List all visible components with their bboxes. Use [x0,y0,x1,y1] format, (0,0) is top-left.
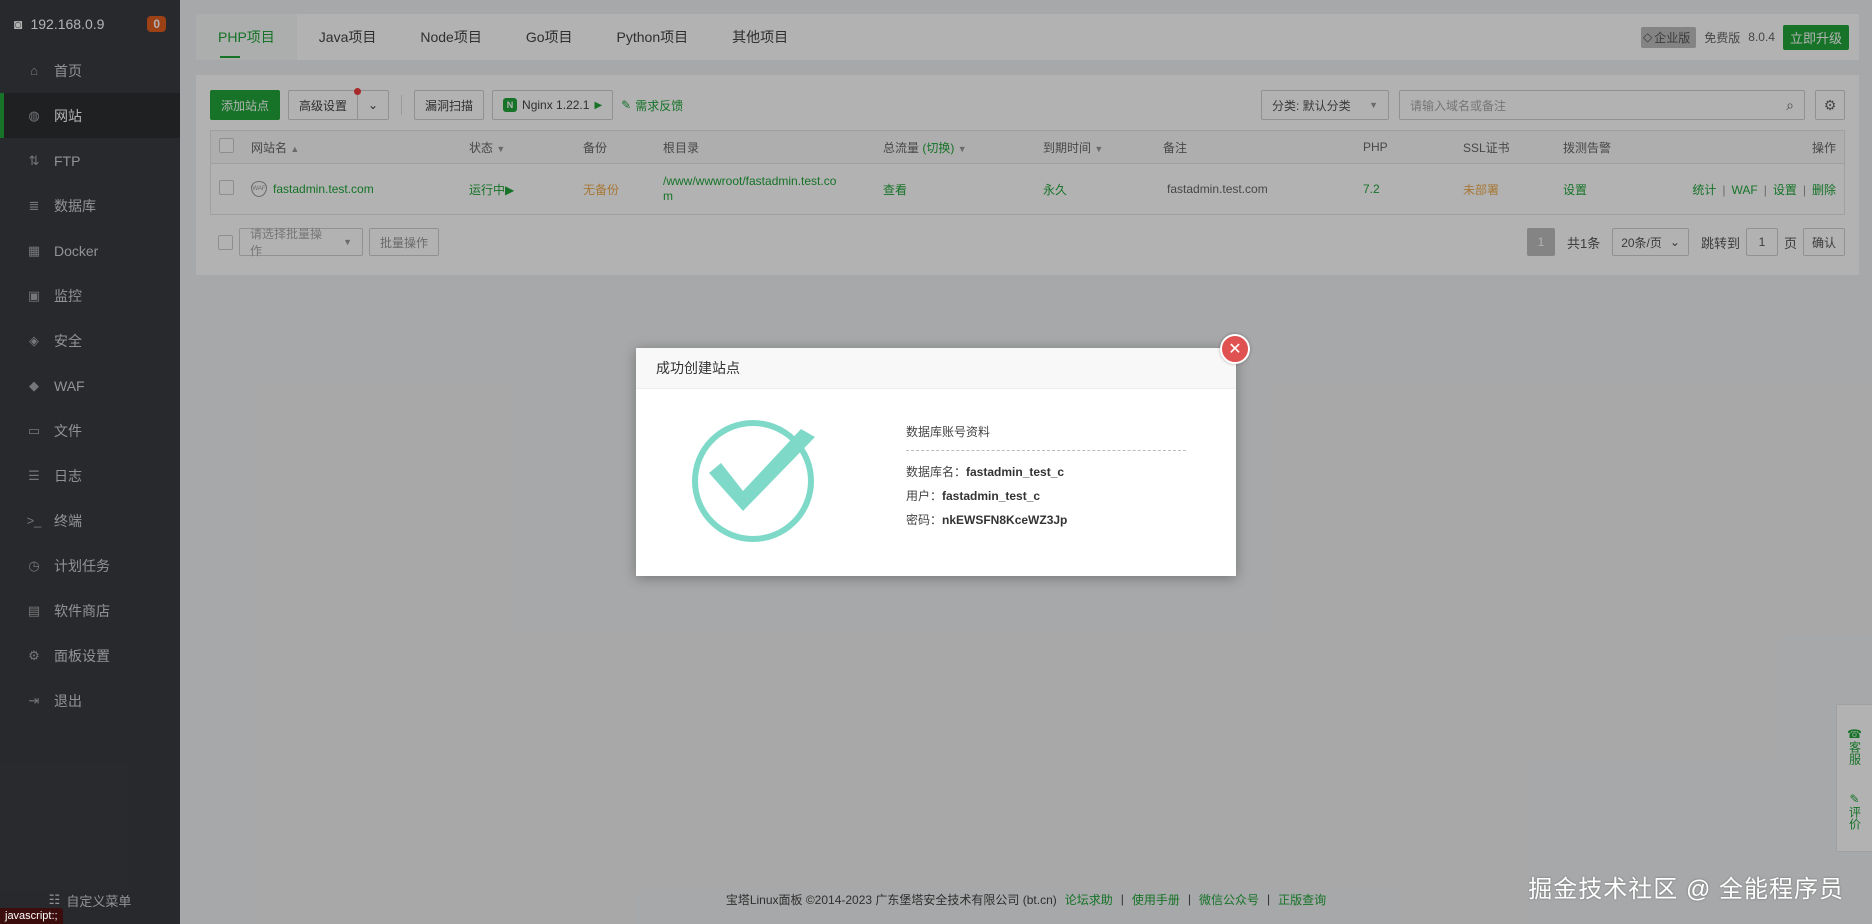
db-name-value: fastadmin_test_c [966,465,1065,479]
success-dialog: 成功创建站点 ✕ 数据库账号资料 数据库名：fastadmin_test_c 用… [636,334,1250,576]
db-password-label: 密码： [906,513,943,527]
db-password-row: 密码：nkEWSFN8KceWZ3Jp [906,511,1186,528]
dialog-body: 数据库账号资料 数据库名：fastadmin_test_c 用户：fastadm… [636,389,1236,576]
db-user-row: 用户：fastadmin_test_c [906,487,1186,504]
db-name-label: 数据库名： [906,465,967,479]
dialog-title: 成功创建站点 [636,348,1236,389]
success-check-icon [692,420,815,542]
db-info-title: 数据库账号资料 [906,423,1186,451]
browser-status-bar: javascript:; [0,908,63,924]
db-user-label: 用户： [906,489,943,503]
watermark: 掘金技术社区 @ 全能程序员 [1528,876,1844,903]
db-password-value: nkEWSFN8KceWZ3Jp [942,513,1068,527]
db-info: 数据库账号资料 数据库名：fastadmin_test_c 用户：fastadm… [906,423,1186,535]
db-user-value: fastadmin_test_c [942,489,1041,503]
db-name-row: 数据库名：fastadmin_test_c [906,463,1186,480]
close-icon[interactable]: ✕ [1220,334,1250,364]
